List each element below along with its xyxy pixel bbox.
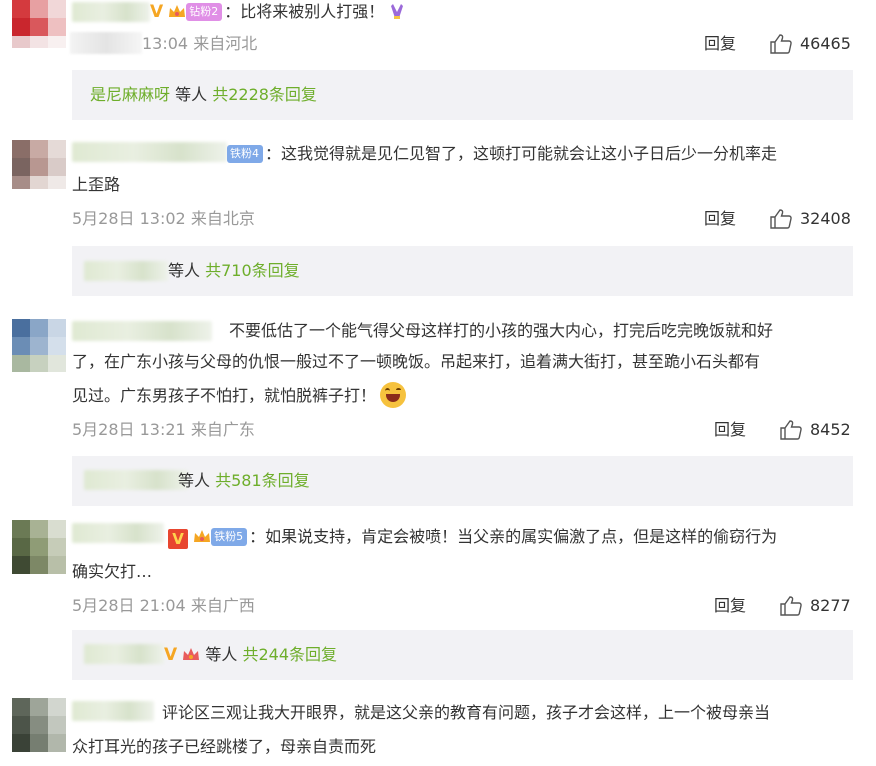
avatar[interactable]: [12, 520, 66, 576]
comment-text: ：比将来被别人打强！: [224, 2, 385, 21]
like-count: 8452: [810, 420, 851, 439]
replies-box[interactable]: 等人 共710条回复: [72, 246, 853, 296]
avatar[interactable]: [12, 140, 66, 189]
comment-time: 5月28日 13:21 来自广东: [72, 420, 255, 439]
thumbs-up-icon: [770, 34, 792, 54]
replies-middle-text: 等人: [168, 261, 206, 280]
crown-icon: [169, 5, 186, 17]
reply-author-blurred[interactable]: [84, 470, 188, 490]
grinning-face-icon: [380, 382, 407, 408]
fan-badge: 铁粉5: [211, 528, 248, 546]
hands-icon: [391, 4, 404, 19]
comment-text: ：这我觉得就是见仁见智了，这顿打可能就会让这小子日后少一分机率走: [265, 144, 778, 163]
comment-text-line: 铁粉4 ：这我觉得就是见仁见智了，这顿打可能就会让这小子日后少一分机率走: [227, 139, 854, 169]
comment-text-line: 不要低估了一个能气得父母这样打的小孩的强大内心，打完后吃完晚饭就和好: [229, 321, 774, 340]
thumbs-up-icon: [770, 209, 792, 229]
reply-button[interactable]: 回复: [704, 32, 736, 56]
crown-icon: [194, 530, 211, 542]
blurred-date: [70, 32, 142, 54]
username-blurred[interactable]: [72, 523, 164, 543]
comment-time: 5月28日 13:02 来自北京: [72, 209, 255, 228]
vip-v-icon: V: [164, 645, 178, 665]
comment-text-line: V 钻粉2 ：比将来被别人打强！: [150, 0, 854, 27]
comment-time: 13:04 来自河北: [142, 34, 258, 53]
vip-v-icon: V: [150, 2, 164, 22]
reply-author-blurred[interactable]: [84, 644, 164, 664]
comment-text: ：如果说支持，肯定会被喷！当父亲的属实偏激了点，但是这样的偷窃行为: [249, 527, 778, 546]
replies-count[interactable]: 共710条回复: [205, 261, 300, 280]
reply-button[interactable]: 回复: [714, 594, 746, 618]
replies-count[interactable]: 共581条回复: [215, 471, 310, 490]
comment-text: 见过。广东男孩子不怕打，就怕脱裤子打！: [72, 386, 377, 405]
replies-box[interactable]: 是尼麻麻呀 等人 共2228条回复: [72, 70, 853, 120]
username-blurred[interactable]: [72, 2, 150, 22]
replies-count[interactable]: 共2228条回复: [212, 85, 317, 104]
comment-meta: 13:04 来自河北: [0, 32, 257, 56]
reply-button[interactable]: 回复: [714, 418, 746, 442]
replies-middle-text: 等人: [205, 645, 243, 664]
replies-summary[interactable]: V 等人 共244条回复: [164, 643, 337, 667]
replies-count[interactable]: 共244条回复: [242, 645, 337, 664]
comment-text-line-2: 众打耳光的孩子已经跳楼了，母亲自责而死: [72, 737, 377, 756]
vip-v-icon: V: [168, 529, 188, 549]
comment-time: 5月28日 21:04 来自广西: [72, 596, 255, 615]
replies-summary[interactable]: 是尼麻麻呀 等人 共2228条回复: [90, 83, 317, 107]
comment-text-line: 评论区三观让我大开眼界，就是这父亲的教育有问题，孩子才会这样，上一个被母亲当: [162, 703, 771, 722]
replies-box[interactable]: V 等人 共244条回复: [72, 630, 853, 680]
fan-badge: 钻粉2: [186, 3, 223, 21]
crown-icon: [183, 648, 200, 660]
like-count: 46465: [800, 34, 851, 53]
comment-text-line-3: 见过。广东男孩子不怕打，就怕脱裤子打！: [72, 381, 854, 411]
comment-text-line-2: 了，在广东小孩与父母的仇恨一般过不了一顿晚饭。吊起来打，追着满大街打，甚至跪小石…: [72, 352, 761, 371]
username-blurred[interactable]: [72, 701, 154, 721]
like-count: 32408: [800, 209, 851, 228]
avatar[interactable]: [12, 698, 66, 752]
reply-author-blurred[interactable]: [84, 261, 168, 281]
replies-summary[interactable]: 等人 共581条回复: [178, 469, 310, 493]
reply-author[interactable]: 是尼麻麻呀: [90, 85, 170, 104]
comment-text-line-2: 上歪路: [72, 175, 121, 194]
replies-summary[interactable]: 等人 共710条回复: [168, 259, 300, 283]
like-count: 8277: [810, 596, 851, 615]
thumbs-up-icon: [780, 420, 802, 440]
replies-box[interactable]: 等人 共581条回复: [72, 456, 853, 506]
comment-text-line-2: 确实欠打…: [72, 562, 153, 581]
avatar[interactable]: [12, 319, 66, 372]
fan-badge: 铁粉4: [227, 145, 263, 163]
comment-text-line: V 铁粉5 ：如果说支持，肯定会被喷！当父亲的属实偏激了点，但是这样的偷窃行为: [168, 522, 854, 552]
thumbs-up-icon: [780, 596, 802, 616]
replies-middle-text: 等人: [170, 85, 213, 104]
username-blurred[interactable]: [72, 321, 212, 341]
reply-button[interactable]: 回复: [704, 207, 736, 231]
replies-middle-text: 等人: [178, 471, 216, 490]
username-blurred[interactable]: [72, 142, 227, 162]
